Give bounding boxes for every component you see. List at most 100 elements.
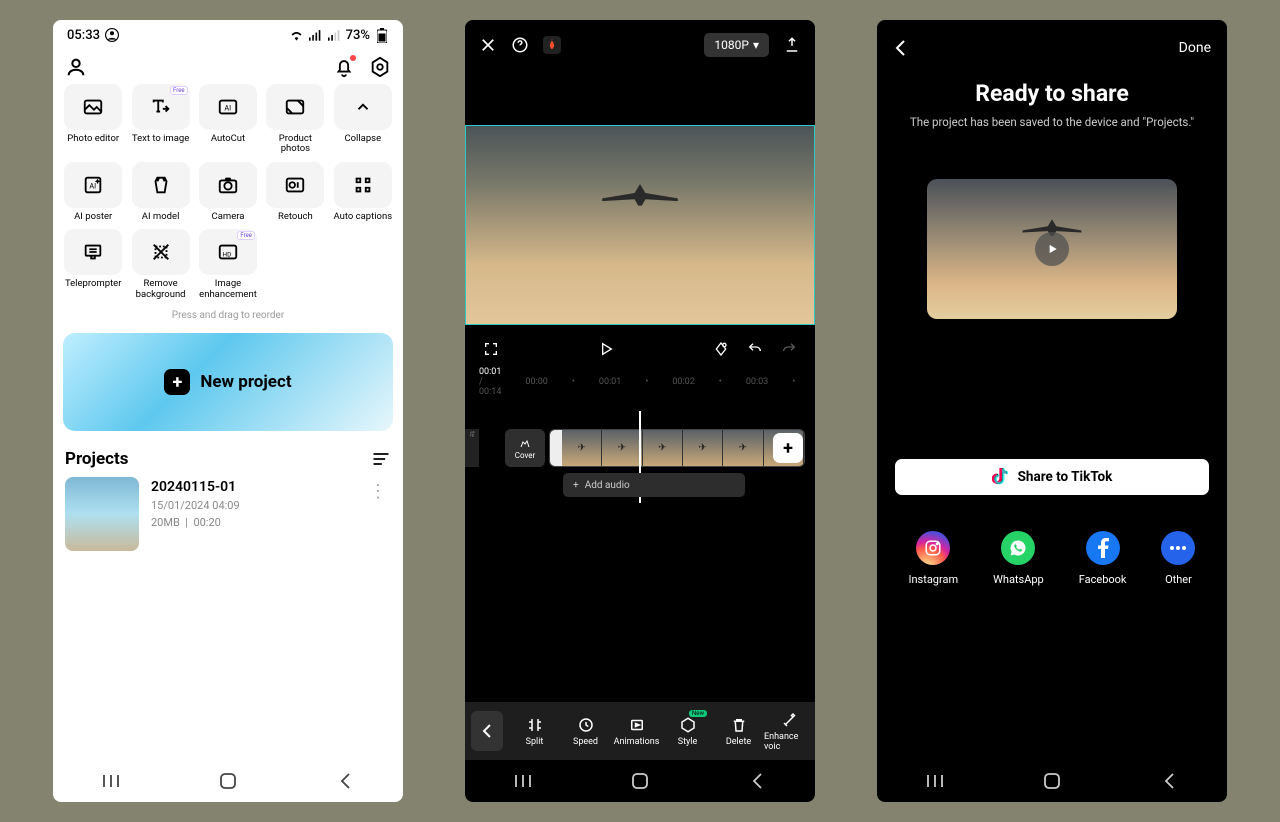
home-button[interactable]	[213, 766, 243, 796]
timecode-row: 00:01 / 00:14 00:00• 00:01• 00:02• 00:03…	[465, 363, 815, 403]
project-date: 15/01/2024 04:09	[151, 499, 353, 512]
tool-ai-poster[interactable]: AIAI poster	[63, 162, 123, 222]
project-meta: 20MB | 00:20	[151, 516, 353, 529]
home-button[interactable]	[1037, 766, 1067, 796]
recents-button[interactable]	[96, 766, 126, 796]
tool-grid: Photo editor FreeText to image AIAutoCut…	[53, 84, 403, 300]
plus-icon: +	[164, 369, 190, 395]
project-thumbnail	[65, 477, 139, 551]
tool-autocut[interactable]: AIAutoCut	[198, 84, 258, 155]
android-nav	[53, 760, 403, 802]
video-clip[interactable]: 12.0s	[549, 429, 805, 467]
new-project-label: New project	[200, 372, 291, 392]
settings-icon[interactable]	[369, 56, 391, 78]
share-subtitle: The project has been saved to the device…	[877, 115, 1227, 129]
tool-style[interactable]: NewStyle	[662, 716, 713, 747]
fullscreen-icon[interactable]	[483, 341, 499, 357]
close-icon[interactable]	[479, 36, 497, 54]
tool-remove-background[interactable]: Remove background	[130, 229, 190, 300]
project-row[interactable]: 20240115-01 15/01/2024 04:09 20MB | 00:2…	[53, 477, 403, 551]
back-button[interactable]	[330, 766, 360, 796]
bell-icon[interactable]	[333, 56, 355, 78]
projects-heading: Projects	[65, 449, 128, 469]
help-icon[interactable]	[511, 36, 529, 54]
tool-product-photos[interactable]: Product photos	[265, 84, 325, 155]
share-header: Done	[877, 20, 1227, 76]
add-audio-button[interactable]: +Add audio	[563, 473, 745, 497]
tool-photo-editor[interactable]: Photo editor	[63, 84, 123, 155]
saved-video-thumbnail[interactable]	[927, 179, 1177, 319]
tool-split[interactable]: Split	[509, 716, 560, 747]
signal2-icon	[327, 28, 342, 43]
tool-retouch[interactable]: Retouch	[265, 162, 325, 222]
share-whatsapp[interactable]: WhatsApp	[993, 531, 1044, 586]
tool-animations[interactable]: Animations	[611, 716, 662, 747]
tool-auto-captions[interactable]: Auto captions	[333, 162, 393, 222]
projects-header: Projects	[53, 431, 403, 477]
timeline[interactable]: te Cover 12.0s + +Add audio	[465, 411, 815, 503]
screen-share: Done Ready to share The project has been…	[877, 20, 1227, 802]
play-icon[interactable]	[598, 341, 614, 357]
tool-delete[interactable]: Delete	[713, 716, 764, 747]
tool-ai-model[interactable]: AI model	[130, 162, 190, 222]
share-tiktok-button[interactable]: Share to TikTok	[895, 459, 1209, 495]
play-icon[interactable]	[1035, 232, 1069, 266]
new-project-button[interactable]: + New project	[63, 333, 393, 431]
tiktok-icon	[992, 468, 1008, 486]
svg-text:AI: AI	[90, 182, 97, 191]
project-title: 20240115-01	[151, 479, 353, 495]
playback-controls	[465, 325, 815, 363]
share-other[interactable]: Other	[1161, 531, 1195, 586]
header	[53, 50, 403, 84]
svg-text:AI: AI	[224, 104, 231, 113]
back-icon[interactable]	[893, 39, 907, 57]
preview-area[interactable]	[465, 125, 815, 325]
recents-button[interactable]	[920, 766, 950, 796]
export-icon[interactable]	[783, 36, 801, 54]
android-nav	[877, 760, 1227, 802]
back-button[interactable]	[742, 766, 772, 796]
share-facebook[interactable]: Facebook	[1079, 531, 1127, 586]
wifi-icon	[289, 28, 304, 43]
caret-down-icon: ▾	[753, 38, 759, 52]
tool-enhance-voice[interactable]: Enhance voic	[764, 711, 815, 752]
screen-editor: 1080P▾ 00:01 / 00:14 00:00• 00:01• 00:02…	[465, 20, 815, 802]
whatsapp-icon	[1001, 531, 1035, 565]
status-time: 05:33	[67, 28, 100, 43]
sort-icon[interactable]	[371, 449, 391, 469]
add-clip-button[interactable]: +	[773, 433, 803, 463]
undo-icon[interactable]	[747, 341, 763, 357]
project-info: 20240115-01 15/01/2024 04:09 20MB | 00:2…	[151, 477, 353, 529]
done-button[interactable]: Done	[1179, 40, 1211, 56]
redo-icon[interactable]	[781, 341, 797, 357]
profile-icon[interactable]	[65, 56, 87, 78]
instagram-icon	[916, 531, 950, 565]
back-button[interactable]	[1154, 766, 1184, 796]
flame-icon[interactable]	[543, 36, 561, 54]
editor-header: 1080P▾	[465, 20, 815, 70]
tool-camera[interactable]: Camera	[198, 162, 258, 222]
svg-text:HD: HD	[222, 251, 231, 259]
keyframe-icon[interactable]	[713, 341, 729, 357]
account-icon	[105, 28, 119, 42]
tool-image-enhancement[interactable]: FreeHDImage enhancement	[198, 229, 258, 300]
share-options: Instagram WhatsApp Facebook Other	[877, 531, 1227, 586]
tool-text-to-image[interactable]: FreeText to image	[130, 84, 190, 155]
project-more-icon[interactable]: ⋮	[365, 477, 391, 506]
share-tiktok-label: Share to TikTok	[1018, 469, 1113, 485]
resolution-button[interactable]: 1080P▾	[704, 33, 769, 57]
home-button[interactable]	[625, 766, 655, 796]
facebook-icon	[1086, 531, 1120, 565]
tool-teleprompter[interactable]: Teleprompter	[63, 229, 123, 300]
android-nav	[465, 760, 815, 802]
share-instagram[interactable]: Instagram	[908, 531, 958, 586]
tool-speed[interactable]: Speed	[560, 716, 611, 747]
recents-button[interactable]	[508, 766, 538, 796]
bottom-toolbar: Split Speed Animations NewStyle Delete E…	[465, 702, 815, 760]
prev-clip[interactable]: te	[465, 429, 479, 467]
clip-handle[interactable]	[550, 430, 562, 466]
toolbar-back-button[interactable]	[471, 711, 503, 751]
tool-collapse[interactable]: Collapse	[333, 84, 393, 155]
battery-text: 73%	[346, 28, 370, 43]
cover-button[interactable]: Cover	[505, 429, 545, 467]
